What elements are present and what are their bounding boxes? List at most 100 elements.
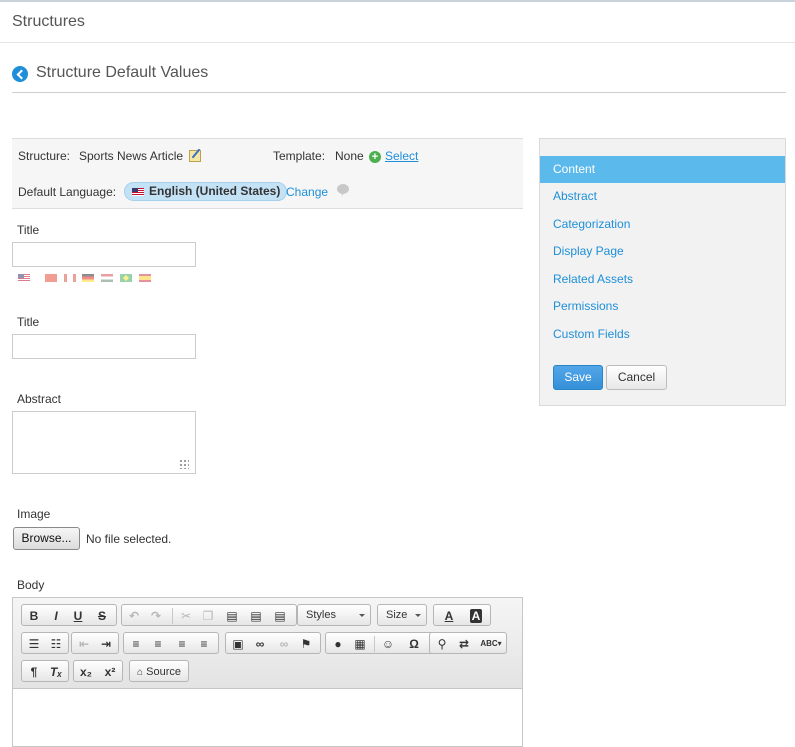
cut-icon[interactable]: ✂ [176,607,196,625]
paste-icon[interactable]: ▤ [222,607,242,625]
underline-button[interactable]: U [68,607,88,625]
save-button[interactable]: Save [553,365,603,390]
rich-text-editor: B I U S ↶ ↷ ✂ ❐ ▤ ▤ ▤ Styles Size A A ☰ … [12,597,523,747]
special-character-icon[interactable]: Ω [404,635,424,653]
flag-chinese-icon[interactable] [45,274,57,282]
us-flag-icon [132,188,144,196]
sidebar-item-categorization[interactable]: Categorization [540,211,785,238]
anchor-flag-icon[interactable]: ⚑ [296,635,316,653]
body-label: Body [17,578,45,592]
remove-format-icon[interactable]: Tₓ [46,663,66,681]
flag-hungarian-icon[interactable] [101,274,113,282]
clipboard-group: ↶ ↷ ✂ ❐ ▤ ▤ ▤ [121,604,297,626]
flag-spanish-icon[interactable] [139,274,151,282]
structure-label: Structure: [18,149,71,163]
title-input[interactable] [12,242,196,267]
find-icon[interactable]: ⚲ [432,635,452,653]
flag-english-icon[interactable] [18,274,30,282]
sidebar-item-custom-fields[interactable]: Custom Fields [540,321,785,348]
align-group: ≡ ≡ ≡ ≡ [123,632,219,654]
strikethrough-button[interactable]: S [92,607,112,625]
page-title: Structure Default Values [36,64,209,81]
portlet-header: Structures [0,2,795,43]
tools-group: ⚲ ⇄ ABC▾ [429,632,507,654]
undo-icon[interactable]: ↶ [124,607,144,625]
sidebar-item-abstract[interactable]: Abstract [540,183,785,210]
structure-value: Sports News Article [79,149,184,163]
title-label: Title [17,223,40,237]
portlet-title: Structures [12,13,85,30]
cancel-button[interactable]: Cancel [606,365,667,390]
abstract-label: Abstract [17,392,62,406]
form-navigation-sidebar: Content Abstract Categorization Display … [539,138,786,406]
copy-icon[interactable]: ❐ [198,607,218,625]
list-group: ☰ ☷ [21,632,69,654]
image-label: Image [17,507,51,521]
sidebar-item-permissions[interactable]: Permissions [540,293,785,320]
redo-icon[interactable]: ↷ [146,607,166,625]
title2-input[interactable] [12,334,196,359]
superscript-button[interactable]: x² [100,663,120,681]
colors-group: A A [433,604,491,626]
link-icon[interactable]: ∞ [250,635,270,653]
background-color-icon[interactable]: A [464,607,488,625]
styles-dropdown[interactable]: Styles [297,604,371,626]
styles-dropdown-label: Styles [306,609,336,621]
replace-icon[interactable]: ⇄ [454,635,474,653]
chevron-down-icon [415,614,421,617]
flag-portuguese-icon[interactable] [120,274,132,282]
add-template-icon[interactable]: + [369,151,381,163]
paste-text-icon[interactable]: ▤ [246,607,266,625]
insert-group: ▣ ∞ ∞ ⚑ [225,632,321,654]
align-left-icon[interactable]: ≡ [126,635,146,653]
format-block-icon[interactable]: ¶ [24,663,44,681]
editor-toolbar: B I U S ↶ ↷ ✂ ❐ ▤ ▤ ▤ Styles Size A A ☰ … [13,598,522,689]
smiley-icon[interactable]: ☺ [378,635,398,653]
spellcheck-icon[interactable]: ABC▾ [478,635,504,653]
change-language-link[interactable]: Change [286,185,328,199]
source-button[interactable]: ⌂ Source [129,660,189,682]
editor-content-area[interactable] [13,689,522,746]
image-icon[interactable]: ▣ [228,635,248,653]
subscript-button[interactable]: x₂ [76,663,96,681]
default-language-label: Default Language: [18,185,117,199]
template-value: None [335,149,364,163]
flag-german-icon[interactable] [82,274,94,282]
language-value: English (United States) [149,184,281,198]
chevron-down-icon [359,614,365,617]
outdent-icon[interactable]: ⇤ [74,635,94,653]
back-arrow-icon[interactable] [12,66,28,82]
resize-grip-icon[interactable] [179,459,189,469]
align-justify-icon[interactable]: ≡ [194,635,214,653]
edit-structure-icon[interactable] [189,150,201,162]
sidebar-item-content[interactable]: Content [540,156,785,183]
bulleted-list-icon[interactable]: ☷ [46,635,66,653]
align-right-icon[interactable]: ≡ [172,635,192,653]
indent-group: ⇤ ⇥ [71,632,119,654]
paste-word-icon[interactable]: ▤ [270,607,290,625]
sidebar-item-display-page[interactable]: Display Page [540,238,785,265]
size-dropdown-label: Size [386,609,408,621]
basic-styles-group: B I U S [21,604,117,626]
numbered-list-icon[interactable]: ☰ [24,635,44,653]
source-label: ⌂ Source [137,666,181,678]
abstract-textarea[interactable] [12,411,196,474]
title-divider [12,92,786,93]
flag-catalan-icon[interactable] [64,274,76,282]
unlink-icon[interactable]: ∞ [274,635,294,653]
table-icon[interactable]: ▦ [350,635,370,653]
objects-group: ● ▦ ☺ Ω [325,632,435,654]
indent-icon[interactable]: ⇥ [96,635,116,653]
italic-button[interactable]: I [46,607,66,625]
browse-button[interactable]: Browse... [13,527,80,550]
align-center-icon[interactable]: ≡ [148,635,168,653]
template-label: Template: [273,149,326,163]
flash-icon[interactable]: ● [328,635,348,653]
select-template-link[interactable]: Select [385,149,418,163]
size-dropdown[interactable]: Size [377,604,427,626]
help-tooltip-icon[interactable] [337,184,349,196]
text-color-icon[interactable]: A [437,607,461,625]
no-file-text: No file selected. [86,532,172,546]
sidebar-item-related-assets[interactable]: Related Assets [540,266,785,293]
bold-button[interactable]: B [24,607,44,625]
